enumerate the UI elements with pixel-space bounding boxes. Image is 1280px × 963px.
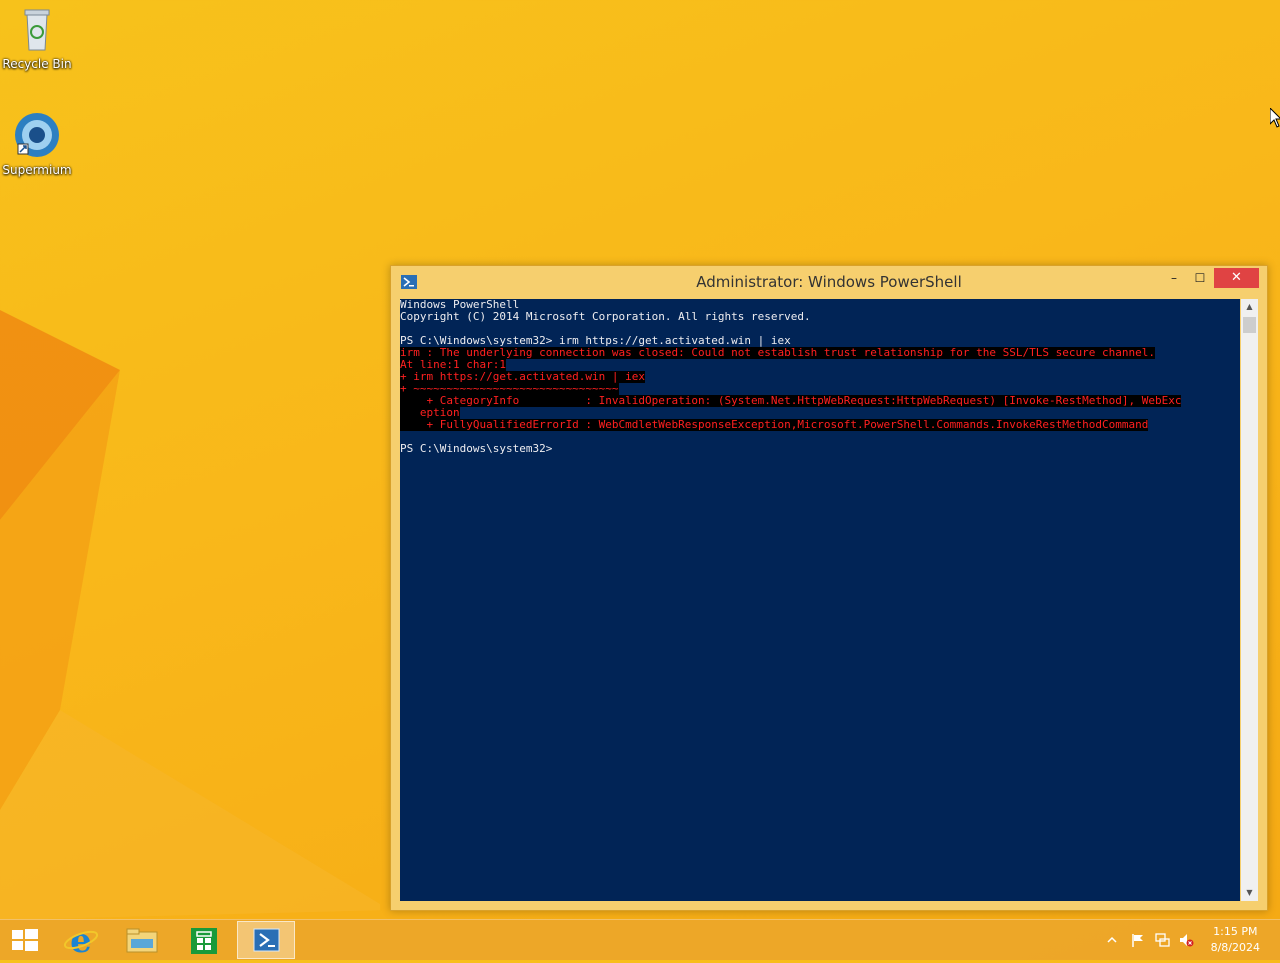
- svg-text:e: e: [70, 921, 92, 959]
- scroll-down-arrow-icon[interactable]: ▼: [1241, 885, 1258, 901]
- console-error-text: irm : The underlying connection was clos…: [400, 346, 1155, 359]
- internet-explorer-button[interactable]: e: [52, 921, 110, 961]
- scrollbar-thumb[interactable]: [1243, 317, 1256, 333]
- console-line: Copyright (C) 2014 Microsoft Corporation…: [400, 311, 1240, 323]
- desktop-icon-supermium[interactable]: Supermium: [1, 110, 73, 177]
- console-line: + CategoryInfo : InvalidOperation: (Syst…: [400, 395, 1240, 407]
- store-icon: [191, 928, 217, 954]
- recycle-bin-icon: [24, 9, 50, 51]
- close-button[interactable]: ✕: [1214, 268, 1259, 288]
- desktop-icon-label: Recycle Bin: [2, 57, 72, 71]
- wallpaper-shape: [0, 310, 380, 920]
- clock-time: 1:15 PM: [1213, 925, 1258, 938]
- console-text: PS C:\Windows\system32>: [400, 442, 553, 455]
- console-line: irm : The underlying connection was clos…: [400, 347, 1240, 359]
- taskbar-clock[interactable]: 1:15 PM 8/8/2024: [1211, 924, 1260, 956]
- console-line: + FullyQualifiedErrorId : WebCmdletWebRe…: [400, 419, 1240, 431]
- vertical-scrollbar[interactable]: ▲ ▼: [1241, 299, 1258, 901]
- powershell-taskbar-button[interactable]: [237, 921, 295, 959]
- console-error-text: + CategoryInfo : InvalidOperation: (Syst…: [400, 394, 1182, 407]
- minimize-button[interactable]: –: [1163, 268, 1185, 288]
- clock-date: 8/8/2024: [1210, 941, 1260, 954]
- supermium-browser-icon: [15, 113, 59, 157]
- powershell-icon: [253, 928, 280, 952]
- volume-muted-icon[interactable]: [1178, 932, 1194, 948]
- console-text: Copyright (C) 2014 Microsoft Corporation…: [400, 310, 811, 323]
- console-line: PS C:\Windows\system32>: [400, 443, 1240, 455]
- desktop-icon-recycle-bin[interactable]: Recycle Bin: [1, 6, 73, 71]
- folder-icon: [126, 928, 158, 953]
- console-output[interactable]: Windows PowerShell Copyright (C) 2014 Mic…: [400, 299, 1240, 901]
- start-button[interactable]: [0, 921, 58, 959]
- windows-logo-icon: [12, 929, 38, 951]
- store-button[interactable]: [175, 921, 233, 959]
- mouse-cursor-icon: [1270, 108, 1280, 128]
- powershell-window[interactable]: Administrator: Windows PowerShell – ☐ ✕ …: [390, 265, 1268, 911]
- scroll-up-arrow-icon[interactable]: ▲: [1241, 299, 1258, 315]
- network-icon[interactable]: [1154, 932, 1170, 948]
- internet-explorer-icon: e: [63, 921, 99, 961]
- show-hidden-icons-chevron-icon[interactable]: [1104, 932, 1120, 948]
- file-explorer-button[interactable]: [113, 921, 171, 959]
- console-error-text: + FullyQualifiedErrorId : WebCmdletWebRe…: [400, 418, 1149, 431]
- action-center-flag-icon[interactable]: [1130, 932, 1146, 948]
- window-title: Administrator: Windows PowerShell: [696, 273, 962, 291]
- desktop-icon-label: Supermium: [2, 163, 72, 177]
- maximize-button[interactable]: ☐: [1189, 268, 1211, 288]
- taskbar: e 1:15 PM 8/8/2024: [0, 919, 1280, 961]
